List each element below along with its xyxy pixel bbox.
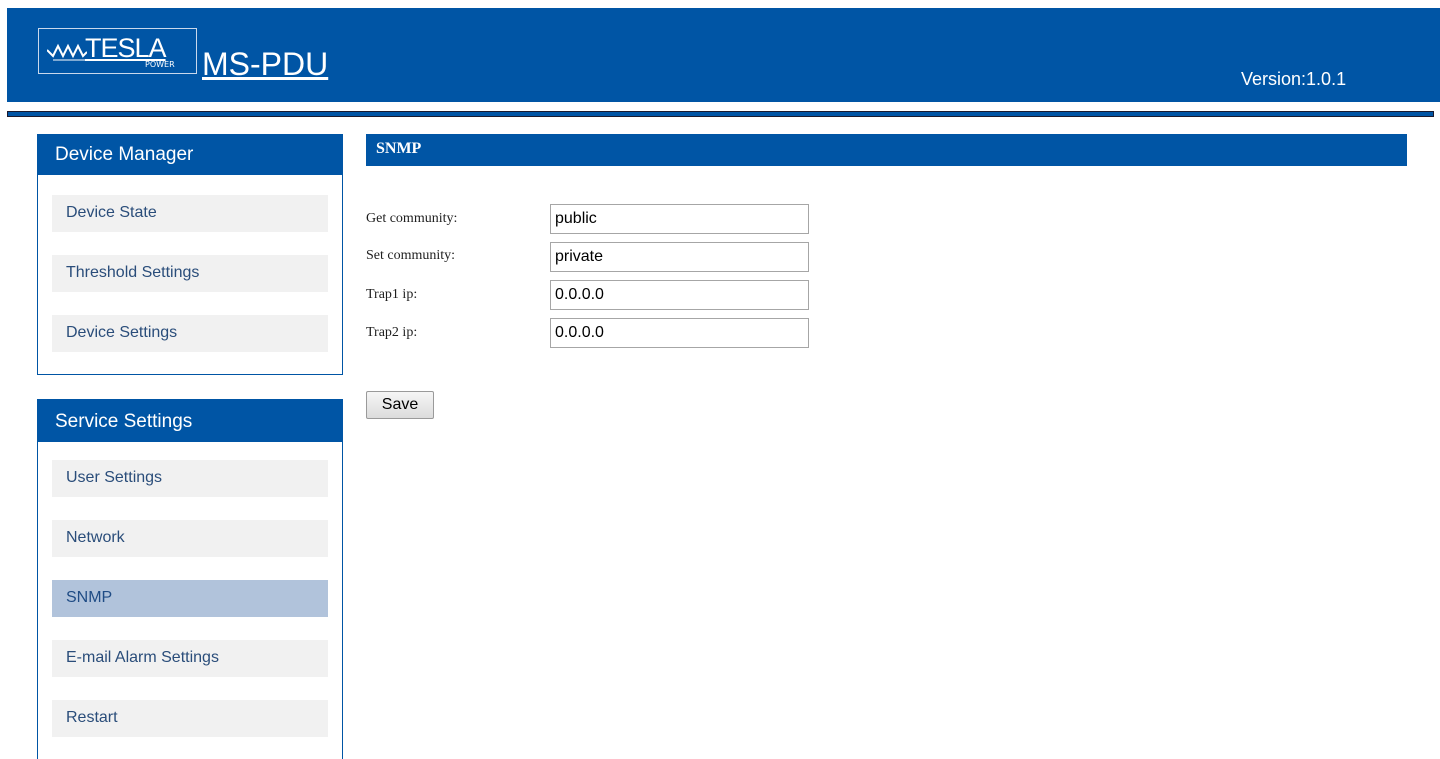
save-button[interactable]: Save (366, 391, 434, 419)
service-settings-panel: Service Settings User Settings Network S… (37, 399, 343, 759)
logo-subtext: POWER (145, 60, 175, 69)
sidebar-item-device-state[interactable]: Device State (52, 195, 328, 232)
section-title: SNMP (366, 134, 1407, 166)
version-info: Version:1.0.1 (1241, 68, 1346, 90)
get-community-label: Get community: (366, 211, 458, 226)
sidebar-item-threshold-settings[interactable]: Threshold Settings (52, 255, 328, 292)
trap1-ip-input[interactable] (550, 280, 809, 310)
device-manager-panel: Device Manager Device State Threshold Se… (37, 134, 343, 375)
sidebar-item-network[interactable]: Network (52, 520, 328, 557)
wave-logo-icon (47, 43, 87, 61)
header-bar: TESLA POWER MS-PDU Version:1.0.1 (7, 8, 1440, 102)
header-divider (7, 111, 1434, 117)
sidebar-item-user-settings[interactable]: User Settings (52, 460, 328, 497)
set-community-label: Set community: (366, 248, 456, 263)
version-label: Version: (1241, 69, 1307, 89)
service-settings-title: Service Settings (38, 400, 342, 442)
app-title-link[interactable]: MS-PDU (202, 46, 328, 82)
get-community-input[interactable] (550, 204, 809, 234)
sidebar-item-snmp[interactable]: SNMP (52, 580, 328, 617)
trap2-ip-input[interactable] (550, 318, 809, 348)
trap2-ip-label: Trap2 ip: (366, 325, 418, 340)
set-community-input[interactable] (550, 242, 809, 272)
tesla-logo: TESLA POWER (38, 28, 197, 74)
sidebar-item-device-settings[interactable]: Device Settings (52, 315, 328, 352)
device-manager-title: Device Manager (38, 135, 342, 175)
version-value: 1.0.1 (1306, 69, 1347, 89)
trap1-ip-label: Trap1 ip: (366, 287, 418, 302)
sidebar-item-restart[interactable]: Restart (52, 700, 328, 737)
logo-text: TESLA (85, 33, 167, 63)
sidebar-item-email-alarm-settings[interactable]: E-mail Alarm Settings (52, 640, 328, 677)
